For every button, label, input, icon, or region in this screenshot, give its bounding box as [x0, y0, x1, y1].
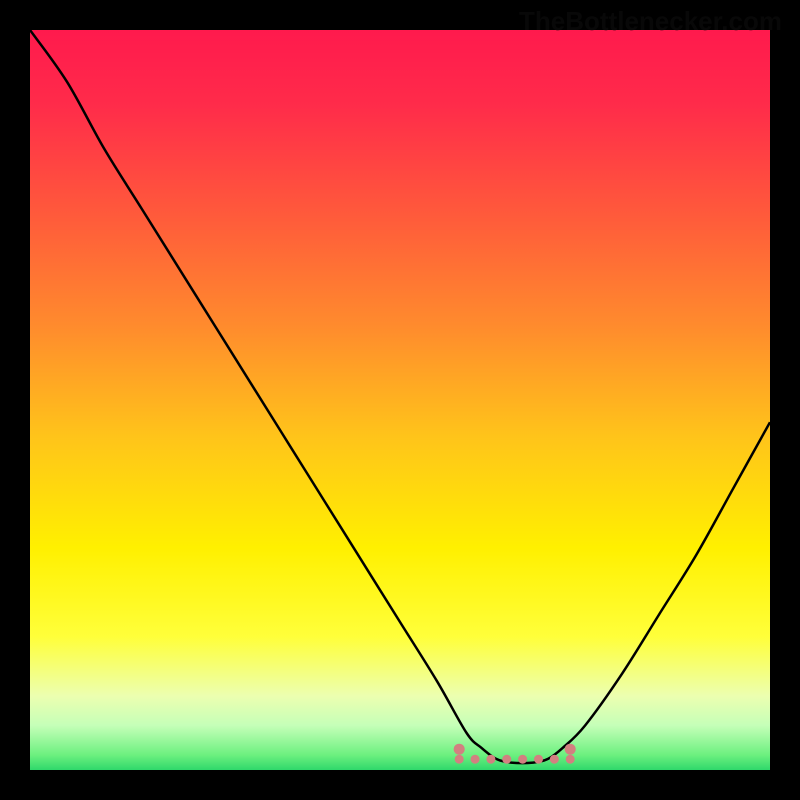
- highlight-band: [30, 30, 770, 770]
- chart-frame: [30, 30, 770, 770]
- watermark-text: TheBottlenecker.com: [519, 6, 782, 37]
